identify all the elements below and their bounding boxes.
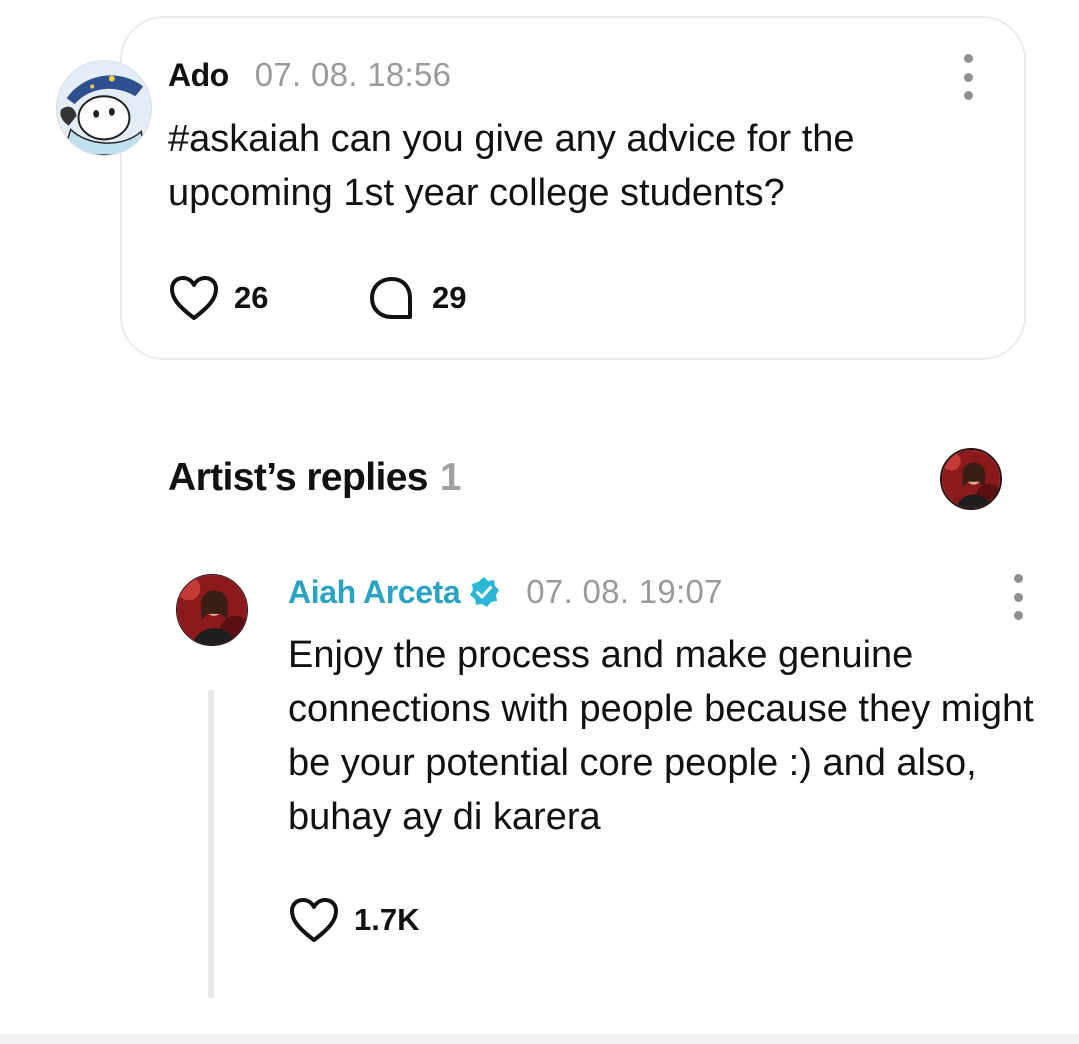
artist-avatar-thumbnail[interactable]: [940, 448, 1002, 510]
fan-avatar[interactable]: [56, 60, 152, 156]
bottom-divider: [0, 1034, 1079, 1044]
reply-like-button[interactable]: 1.7K: [288, 896, 419, 944]
cartoon-avatar-image: [57, 61, 151, 155]
reply-header: Aiah Arceta 07. 08. 19:07: [288, 572, 723, 612]
reply-more-options-icon[interactable]: [1006, 574, 1030, 620]
post-detail-screen: Ado 07. 08. 18:56 #askaiah can you give …: [0, 0, 1079, 1044]
speech-bubble-icon: [370, 277, 412, 319]
post-author-name[interactable]: Ado: [168, 57, 229, 94]
post-comment-count: 29: [432, 280, 467, 315]
artist-replies-count: 1: [439, 456, 462, 499]
reply-author-avatar[interactable]: [176, 574, 248, 646]
heart-outline-icon: [170, 276, 218, 320]
reply-body-text: Enjoy the process and make genuine conne…: [288, 634, 1034, 838]
heart-outline-icon: [290, 898, 338, 942]
reply-like-count: 1.7K: [354, 902, 420, 937]
verified-badge-icon: [470, 577, 500, 607]
post-like-button[interactable]: 26: [168, 274, 268, 322]
post-like-count: 26: [234, 280, 269, 315]
post-timestamp: 07. 08. 18:56: [254, 56, 452, 93]
post-body-text: #askaiah can you give any advice for the…: [168, 118, 855, 214]
artist-photo-image: [177, 575, 247, 645]
artist-photo-image: [942, 450, 1000, 508]
artist-replies-heading: Artist’s replies 1: [168, 456, 462, 500]
post-more-options-icon[interactable]: [956, 54, 980, 100]
artist-replies-title: Artist’s replies: [168, 456, 429, 499]
post-comment-button[interactable]: 29: [366, 274, 466, 322]
post-header: Ado 07. 08. 18:56: [168, 56, 451, 94]
reply-timestamp: 07. 08. 19:07: [526, 573, 723, 610]
reply-author-name[interactable]: Aiah Arceta: [288, 574, 461, 611]
reply-thread-line: [208, 690, 214, 998]
